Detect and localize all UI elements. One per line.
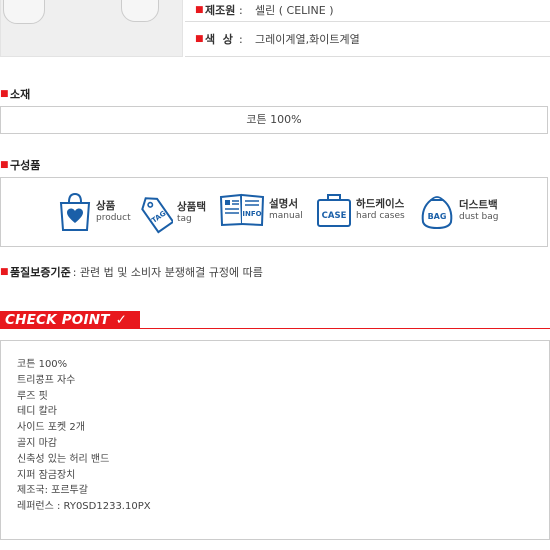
shopping-bag-icon (59, 192, 91, 231)
component-label: 설명서 (269, 198, 298, 210)
component-label: 상품 (96, 200, 116, 212)
spec-label: 색 상 (205, 33, 233, 46)
spec-colon: : (239, 3, 243, 17)
case-icon: CASE (317, 194, 351, 227)
bag-icon-text: BAG (428, 212, 447, 221)
component-dust-bag: BAG 더스트백 dust bag (419, 192, 498, 230)
material-value: 코튼 100% (246, 113, 302, 126)
product-garment-sleeve (121, 0, 159, 22)
component-case: CASE 하드케이스 hard cases (316, 192, 405, 228)
check-point-rule (140, 328, 550, 329)
bullet-icon: ■ (195, 34, 204, 44)
spec-value: 셀린 ( CELINE ) (255, 4, 334, 17)
component-label: 상품택 (177, 201, 206, 213)
check-point-item: 제조국: 포르투갈 (17, 485, 88, 497)
component-manual: INFO 설명서 manual (219, 192, 303, 228)
bullet-icon: ■ (195, 5, 204, 15)
spec-divider (185, 21, 550, 22)
material-title: 소재 (10, 88, 31, 101)
check-point-item: 레퍼런스 : RY0SD1233.10PX (17, 501, 151, 513)
component-sublabel: product (96, 213, 131, 223)
check-point-item: 루즈 핏 (17, 390, 48, 402)
component-product: 상품 product (58, 192, 131, 232)
check-point-item: 트리콩프 자수 (17, 374, 76, 386)
manual-book-icon: INFO (219, 193, 265, 227)
component-sublabel: hard cases (356, 211, 405, 221)
components-box: 상품 product TAG 상품택 tag INFO 설명서 manual C… (0, 177, 548, 247)
quality-standard: ■ 품질보증기준 : 관련 법 및 소비자 분쟁해결 규정에 따름 (0, 264, 263, 280)
check-point-box: 코튼 100% 트리콩프 자수 루즈 핏 테디 칼라 사이드 포켓 2개 골지 … (0, 340, 550, 540)
check-point-item: 신축성 있는 허리 밴드 (17, 453, 110, 465)
spec-row-color: ■ 색 상 : 그레이계열,화이트계열 (195, 29, 360, 49)
component-sublabel: manual (269, 211, 303, 221)
check-point-item: 사이드 포켓 2개 (17, 422, 85, 434)
check-point-banner: CHECK POINT ✓ (0, 311, 140, 329)
check-point-item: 골지 마감 (17, 437, 57, 449)
check-point-item: 코튼 100% (17, 359, 68, 370)
component-sublabel: tag (177, 214, 192, 224)
component-label: 더스트백 (459, 199, 498, 211)
check-point-item: 테디 칼라 (17, 406, 57, 418)
component-sublabel: dust bag (459, 212, 499, 222)
dust-bag-icon: BAG (421, 196, 453, 230)
bullet-icon: ■ (0, 267, 9, 277)
components-title: 구성품 (10, 159, 41, 172)
quality-label: 품질보증기준 (10, 266, 71, 279)
material-box: 코튼 100% (0, 106, 548, 134)
spec-divider (185, 56, 550, 57)
component-label: 하드케이스 (356, 198, 405, 210)
product-image (0, 0, 183, 57)
product-garment (3, 0, 45, 24)
spec-colon: : (239, 32, 243, 46)
tag-icon: TAG (141, 197, 173, 234)
material-section-title: ■ 소재 (0, 86, 30, 102)
components-section-title: ■ 구성품 (0, 157, 40, 173)
check-point-item: 지퍼 잠금장치 (17, 469, 76, 481)
spec-row-manufacturer: ■ 제조원 : 셀린 ( CELINE ) (195, 0, 334, 20)
check-mark-icon: ✓ (115, 312, 128, 328)
spec-value: 그레이계열,화이트계열 (255, 33, 360, 46)
bullet-icon: ■ (0, 160, 9, 170)
quality-value: : 관련 법 및 소비자 분쟁해결 규정에 따름 (72, 266, 263, 279)
case-icon-text: CASE (322, 211, 347, 221)
check-point-title: CHECK POINT (5, 312, 110, 328)
spec-label: 제조원 (205, 4, 236, 17)
component-tag: TAG 상품택 tag (139, 192, 206, 234)
bullet-icon: ■ (0, 89, 9, 99)
info-icon-text: INFO (242, 210, 261, 218)
